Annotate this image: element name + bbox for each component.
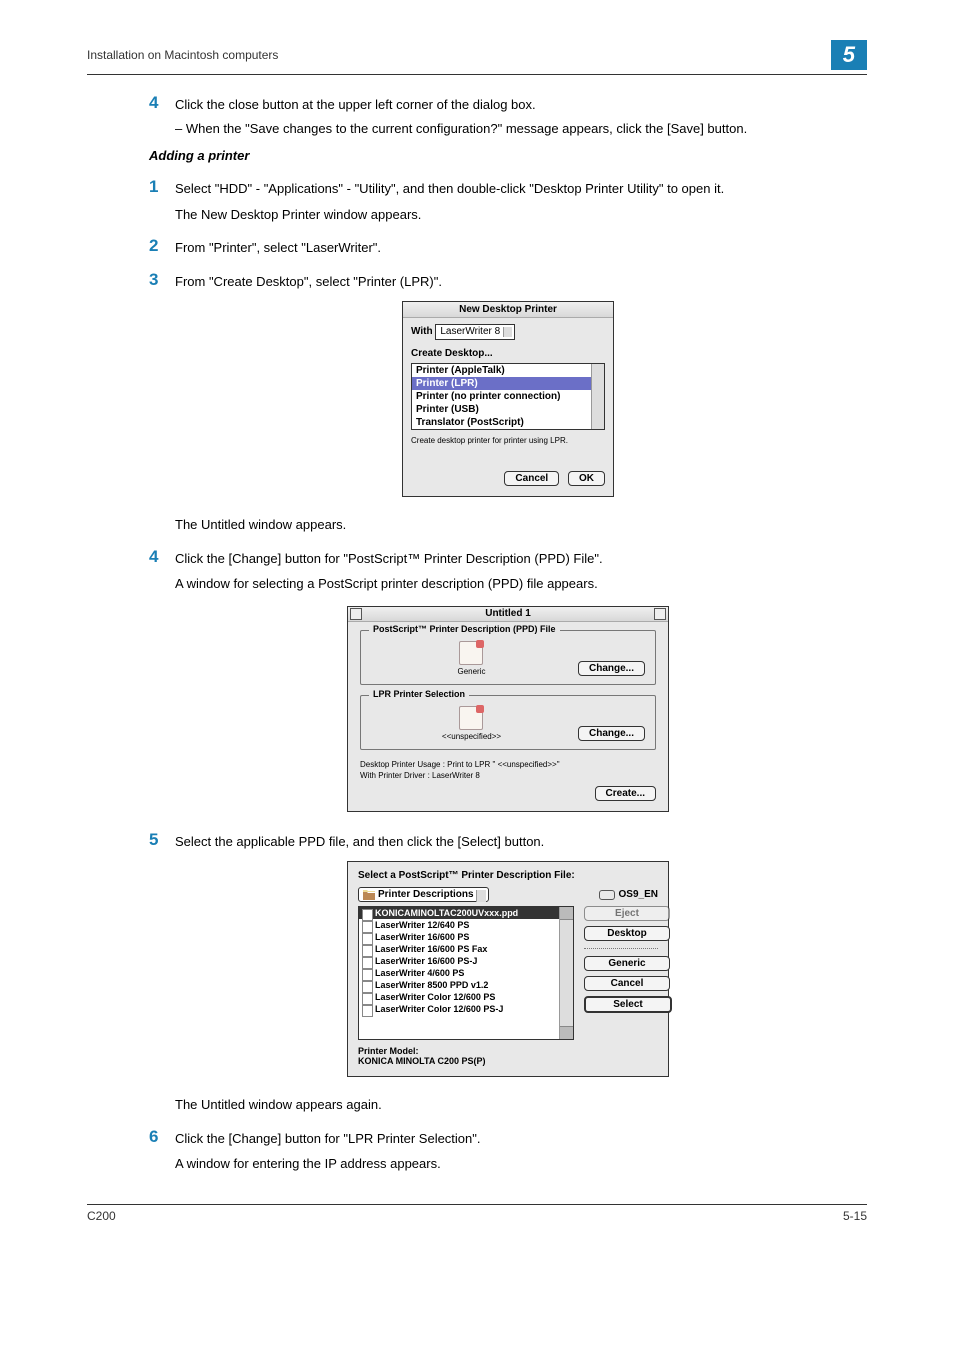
button-divider <box>584 948 658 949</box>
drive-label: OS9_EN <box>599 889 658 900</box>
printer-type-listbox[interactable]: Printer (AppleTalk)Printer (LPR)Printer … <box>411 363 605 430</box>
change-lpr-button[interactable]: Change... <box>578 726 645 741</box>
step-text: From "Printer", select "LaserWriter". <box>175 236 381 258</box>
dialog-title: New Desktop Printer <box>403 302 613 318</box>
ppd-file-icon <box>459 641 483 665</box>
ppd-file-item[interactable]: LaserWriter Color 12/600 PS <box>359 991 573 1003</box>
driver-text: With Printer Driver : LaserWriter 8 <box>360 771 656 780</box>
step-number: 4 <box>149 547 175 567</box>
change-ppd-button[interactable]: Change... <box>578 661 645 676</box>
step-text: Click the close button at the upper left… <box>175 93 536 115</box>
desktop-button[interactable]: Desktop <box>584 926 670 941</box>
step-number: 4 <box>149 93 175 113</box>
with-label: With <box>411 326 433 337</box>
printer-type-option[interactable]: Printer (LPR) <box>412 377 604 390</box>
step-result: A window for entering the IP address app… <box>149 1154 867 1174</box>
select-button[interactable]: Select <box>584 996 672 1013</box>
result-text: The Untitled window appears. <box>149 515 867 535</box>
adding-printer-heading: Adding a printer <box>149 148 867 163</box>
group-legend: LPR Printer Selection <box>369 689 469 699</box>
eject-button[interactable]: Eject <box>584 906 670 921</box>
footer-page-number: 5-15 <box>843 1209 867 1223</box>
listbox-hint: Create desktop printer for printer using… <box>411 436 605 445</box>
ppd-file-item[interactable]: LaserWriter 8500 PPD v1.2 <box>359 979 573 991</box>
step-text: From "Create Desktop", select "Printer (… <box>175 270 442 292</box>
ppd-file-group: PostScript™ Printer Description (PPD) Fi… <box>360 630 656 685</box>
group-legend: PostScript™ Printer Description (PPD) Fi… <box>369 624 560 634</box>
printer-model-value: KONICA MINOLTA C200 PS(P) <box>358 1056 486 1066</box>
ppd-file-item[interactable]: LaserWriter 16/600 PS <box>359 931 573 943</box>
dialog-heading: Select a PostScript™ Printer Description… <box>358 870 658 881</box>
window-close-icon[interactable] <box>350 608 362 620</box>
header-divider <box>87 74 867 75</box>
create-desktop-label: Create Desktop... <box>411 348 605 359</box>
printer-type-option[interactable]: Printer (no printer connection) <box>412 390 604 403</box>
chapter-number-badge: 5 <box>831 40 867 70</box>
ppd-file-item[interactable]: KONICAMINOLTAC200UVxxx.ppd <box>359 907 573 919</box>
lpr-printer-icon <box>459 706 483 730</box>
printer-type-option[interactable]: Printer (AppleTalk) <box>412 364 604 377</box>
step-number: 6 <box>149 1127 175 1147</box>
printer-type-option[interactable]: Printer (USB) <box>412 403 604 416</box>
untitled-dialog: Untitled 1 PostScript™ Printer Descripti… <box>347 606 669 812</box>
step-number: 2 <box>149 236 175 256</box>
header-section-title: Installation on Macintosh computers <box>87 48 278 62</box>
location-dropdown[interactable]: Printer Descriptions <box>358 887 489 902</box>
cancel-button[interactable]: Cancel <box>584 976 670 991</box>
step-number: 5 <box>149 830 175 850</box>
disk-icon <box>599 890 615 900</box>
ppd-file-item[interactable]: LaserWriter 12/640 PS <box>359 919 573 931</box>
step-text: Click the [Change] button for "PostScrip… <box>175 547 603 569</box>
result-text: The Untitled window appears again. <box>149 1095 867 1115</box>
lpr-selection-group: LPR Printer Selection <<unspecified>> Ch… <box>360 695 656 750</box>
step-text: Select the applicable PPD file, and then… <box>175 830 544 852</box>
ppd-value: Generic <box>457 667 485 676</box>
create-button[interactable]: Create... <box>595 786 656 801</box>
step-result: A window for selecting a PostScript prin… <box>149 574 867 594</box>
cancel-button[interactable]: Cancel <box>504 471 559 486</box>
step-result: The New Desktop Printer window appears. <box>149 205 867 225</box>
step-number: 3 <box>149 270 175 290</box>
step-text: Click the [Change] button for "LPR Print… <box>175 1127 481 1149</box>
dialog-title: Untitled 1 <box>362 608 654 619</box>
printer-type-option[interactable]: Translator (PostScript) <box>412 416 604 429</box>
step-text: Select "HDD" - "Applications" - "Utility… <box>175 177 724 199</box>
scrollbar[interactable] <box>591 364 604 429</box>
ppd-file-item[interactable]: LaserWriter 16/600 PS-J <box>359 955 573 967</box>
new-desktop-printer-dialog: New Desktop Printer With LaserWriter 8 C… <box>402 301 614 497</box>
scrollbar[interactable] <box>559 907 573 1039</box>
ok-button[interactable]: OK <box>568 471 605 486</box>
folder-icon <box>363 890 375 900</box>
lpr-value: <<unspecified>> <box>442 732 501 741</box>
ppd-file-item[interactable]: LaserWriter 4/600 PS <box>359 967 573 979</box>
step-number: 1 <box>149 177 175 197</box>
ppd-file-list[interactable]: KONICAMINOLTAC200UVxxx.ppdLaserWriter 12… <box>358 906 574 1040</box>
usage-text: Desktop Printer Usage : Print to LPR " <… <box>360 760 656 769</box>
printer-model-label: Printer Model: <box>358 1046 419 1056</box>
select-ppd-dialog: Select a PostScript™ Printer Description… <box>347 861 669 1077</box>
ppd-file-item[interactable]: LaserWriter 16/600 PS Fax <box>359 943 573 955</box>
footer-model: C200 <box>87 1209 116 1223</box>
window-resize-icon[interactable] <box>654 608 666 620</box>
ppd-file-item[interactable]: LaserWriter Color 12/600 PS-J <box>359 1003 573 1015</box>
with-dropdown[interactable]: LaserWriter 8 <box>435 324 515 340</box>
step-subnote: – When the "Save changes to the current … <box>149 119 867 139</box>
generic-button[interactable]: Generic <box>584 956 670 971</box>
